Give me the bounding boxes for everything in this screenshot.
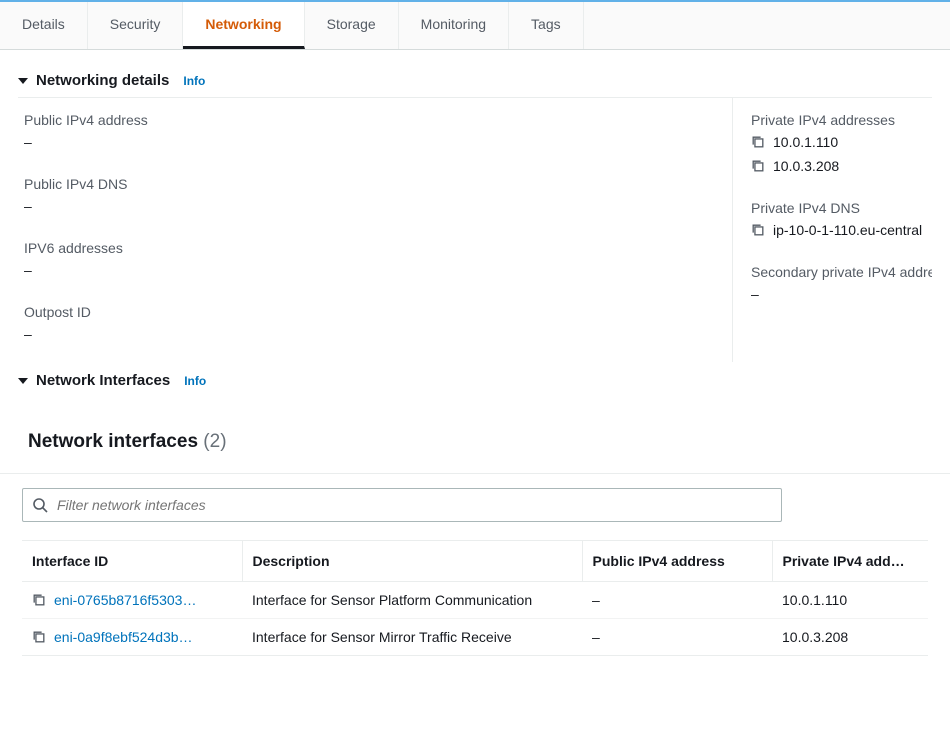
value-private-ipv4-0: 10.0.1.110 [773, 134, 838, 150]
tab-bar: Details Security Networking Storage Moni… [0, 0, 950, 50]
section-title-networking-details: Networking details [36, 72, 169, 89]
tab-security[interactable]: Security [88, 2, 184, 49]
label-private-ipv4: Private IPv4 addresses [751, 112, 932, 128]
tab-monitoring[interactable]: Monitoring [399, 2, 509, 49]
label-public-ipv4: Public IPv4 address [24, 112, 714, 128]
copy-icon[interactable] [751, 159, 765, 173]
label-ipv6: IPV6 addresses [24, 240, 714, 256]
tab-tags[interactable]: Tags [509, 2, 584, 49]
cell-public-ipv4: – [582, 582, 772, 619]
interface-id-link[interactable]: eni-0a9f8ebf524d3b… [54, 629, 193, 645]
interfaces-count: (2) [203, 431, 226, 452]
panel-title: Network interfaces (2) [28, 431, 928, 453]
cell-private-ipv4: 10.0.1.110 [772, 582, 928, 619]
filter-network-interfaces-input[interactable] [22, 488, 782, 522]
cell-description: Interface for Sensor Mirror Traffic Rece… [242, 619, 582, 656]
col-private-ipv4[interactable]: Private IPv4 add… [772, 541, 928, 582]
info-link[interactable]: Info [184, 374, 206, 388]
interface-id-link[interactable]: eni-0765b8716f5303… [54, 592, 196, 608]
col-interface-id[interactable]: Interface ID [22, 541, 242, 582]
copy-icon[interactable] [32, 593, 46, 607]
caret-down-icon[interactable] [18, 378, 28, 384]
value-secondary-private-ipv4: – [751, 286, 932, 302]
label-secondary-private-ipv4: Secondary private IPv4 addresses [751, 264, 932, 280]
label-private-ipv4-dns: Private IPv4 DNS [751, 200, 932, 216]
col-description[interactable]: Description [242, 541, 582, 582]
copy-icon[interactable] [751, 135, 765, 149]
tab-networking[interactable]: Networking [183, 2, 304, 49]
tab-storage[interactable]: Storage [305, 2, 399, 49]
cell-private-ipv4: 10.0.3.208 [772, 619, 928, 656]
table-row[interactable]: eni-0a9f8ebf524d3b… Interface for Sensor… [22, 619, 928, 656]
copy-icon[interactable] [32, 630, 46, 644]
network-interfaces-table: Interface ID Description Public IPv4 add… [22, 540, 928, 656]
value-private-ipv4-1: 10.0.3.208 [773, 158, 839, 174]
search-icon [32, 497, 48, 513]
cell-description: Interface for Sensor Platform Communicat… [242, 582, 582, 619]
section-title-network-interfaces: Network Interfaces [36, 372, 170, 389]
caret-down-icon[interactable] [18, 78, 28, 84]
value-private-ipv4-dns: ip-10-0-1-110.eu-central [773, 222, 922, 238]
value-public-ipv4: – [24, 134, 714, 150]
cell-public-ipv4: – [582, 619, 772, 656]
networking-details-section: Networking details Info Public IPv4 addr… [0, 50, 950, 401]
value-ipv6: – [24, 262, 714, 278]
value-public-ipv4-dns: – [24, 198, 714, 214]
tab-details[interactable]: Details [0, 2, 88, 49]
network-interfaces-panel: Network interfaces (2) Interface ID Desc… [0, 401, 950, 656]
label-public-ipv4-dns: Public IPv4 DNS [24, 176, 714, 192]
label-outpost-id: Outpost ID [24, 304, 714, 320]
info-link[interactable]: Info [183, 74, 205, 88]
table-row[interactable]: eni-0765b8716f5303… Interface for Sensor… [22, 582, 928, 619]
copy-icon[interactable] [751, 223, 765, 237]
value-outpost-id: – [24, 326, 714, 342]
col-public-ipv4[interactable]: Public IPv4 address [582, 541, 772, 582]
